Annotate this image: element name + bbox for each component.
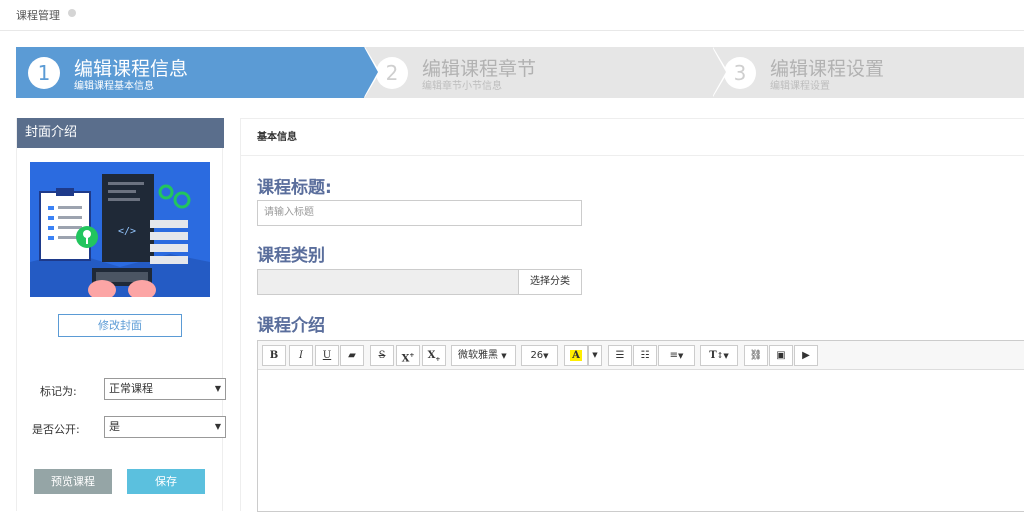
font-color-label: A: [570, 350, 582, 361]
chevron-down-icon: ▼: [678, 352, 684, 360]
image-button[interactable]: ▣: [769, 345, 793, 366]
text-size-label: T: [709, 350, 717, 361]
save-button[interactable]: 保存: [127, 469, 205, 494]
mark-select-value: 正常课程: [109, 382, 153, 395]
top-bar: 课程管理: [0, 0, 1024, 31]
bold-button[interactable]: B: [262, 345, 286, 366]
course-title-label: 课程标题:: [257, 178, 332, 198]
video-icon: ▶: [802, 350, 810, 361]
cover-panel: 封面介绍 </> 修改封面 标记为: 正常课程 ▼ 是否公开: 是 ▼ 预览课程…: [16, 118, 226, 511]
bullet-list-button[interactable]: ☰: [608, 345, 632, 366]
link-button[interactable]: ⛓: [744, 345, 768, 366]
chevron-down-icon: ▼: [214, 422, 221, 431]
mark-label: 标记为:: [40, 385, 77, 398]
step-1-number: 1: [28, 57, 60, 89]
eraser-icon: ▰: [348, 350, 356, 361]
public-select[interactable]: 是 ▼: [104, 416, 226, 438]
rich-text-editor[interactable]: B I U ▰ S X+ X+ 微软雅黑 ▼ 26▼ A ▼ ☰ ☷ ≡▼ T↕…: [257, 340, 1024, 512]
italic-button[interactable]: I: [289, 345, 313, 366]
chevron-down-icon: ▼: [501, 352, 507, 360]
bullet-list-icon: ☰: [615, 350, 625, 361]
step-2-number: 2: [376, 57, 408, 89]
step-1[interactable]: 1 编辑课程信息 编辑课程基本信息: [16, 47, 380, 98]
change-cover-button[interactable]: 修改封面: [58, 314, 182, 337]
subscript-mark: +: [435, 356, 441, 363]
step-2-arrow: [712, 47, 726, 97]
subscript-button[interactable]: X+: [422, 345, 446, 366]
course-title-input[interactable]: 请输入标题: [257, 200, 582, 226]
step-2[interactable]: 2 编辑课程章节 编辑章节小节信息: [364, 47, 728, 98]
chevron-down-icon: ▼: [723, 351, 729, 360]
course-category-field[interactable]: [257, 269, 519, 295]
course-category-label: 课程类别: [257, 246, 325, 266]
cover-panel-header: 封面介绍: [17, 118, 224, 148]
status-dot-icon: [68, 9, 76, 17]
public-select-value: 是: [109, 420, 120, 433]
public-label: 是否公开:: [32, 423, 80, 436]
chevron-down-icon: ▼: [214, 384, 221, 393]
strikethrough-button[interactable]: S: [370, 345, 394, 366]
course-title-placeholder: 请输入标题: [264, 207, 314, 218]
superscript-mark: +: [409, 352, 415, 359]
underline-button[interactable]: U: [315, 345, 339, 366]
step-3-number: 3: [724, 57, 756, 89]
video-button[interactable]: ▶: [794, 345, 818, 366]
basic-info-header: 基本信息: [241, 119, 1024, 156]
editor-toolbar: B I U ▰ S X+ X+ 微软雅黑 ▼ 26▼ A ▼ ☰ ☷ ≡▼ T↕…: [258, 341, 1024, 370]
basic-info-panel: 基本信息 课程标题: 请输入标题 课程类别 选择分类 课程介绍 B I U ▰ …: [240, 118, 1024, 512]
font-color-dropdown[interactable]: ▼: [588, 345, 602, 366]
step-2-subtitle: 编辑章节小节信息: [422, 81, 502, 92]
step-3[interactable]: 3 编辑课程设置 编辑课程设置: [712, 47, 1024, 98]
mark-select[interactable]: 正常课程 ▼: [104, 378, 226, 400]
align-left-icon: ≡: [669, 350, 678, 361]
font-size-value: 26: [530, 350, 544, 361]
chevron-down-icon: ▼: [592, 351, 598, 359]
text-size-select[interactable]: T↕▼: [700, 345, 738, 366]
link-icon: ⛓: [749, 350, 763, 361]
superscript-button[interactable]: X+: [396, 345, 420, 366]
step-1-arrow: [364, 47, 378, 97]
image-icon: ▣: [776, 350, 786, 361]
preview-course-button[interactable]: 预览课程: [34, 469, 112, 494]
numbered-list-button[interactable]: ☷: [633, 345, 657, 366]
select-category-button[interactable]: 选择分类: [518, 269, 582, 295]
page-title: 课程管理: [16, 9, 60, 22]
font-family-select[interactable]: 微软雅黑 ▼: [451, 345, 516, 366]
step-3-subtitle: 编辑课程设置: [770, 81, 830, 92]
font-size-select[interactable]: 26▼: [521, 345, 558, 366]
numbered-list-icon: ☷: [640, 350, 650, 361]
chevron-down-icon: ▼: [543, 352, 549, 360]
step-wizard: 1 编辑课程信息 编辑课程基本信息 2 编辑课程章节 编辑章节小节信息 3 编辑…: [16, 47, 1024, 98]
eraser-button[interactable]: ▰: [340, 345, 364, 366]
course-cover-image: </>: [30, 162, 210, 297]
align-select[interactable]: ≡▼: [658, 345, 695, 366]
cover-illustration-icon: </>: [30, 162, 210, 297]
step-1-subtitle: 编辑课程基本信息: [74, 81, 154, 92]
svg-text:</>: </>: [118, 226, 136, 237]
font-family-value: 微软雅黑: [458, 350, 498, 361]
font-color-button[interactable]: A: [564, 345, 588, 366]
course-intro-label: 课程介绍: [257, 316, 325, 336]
